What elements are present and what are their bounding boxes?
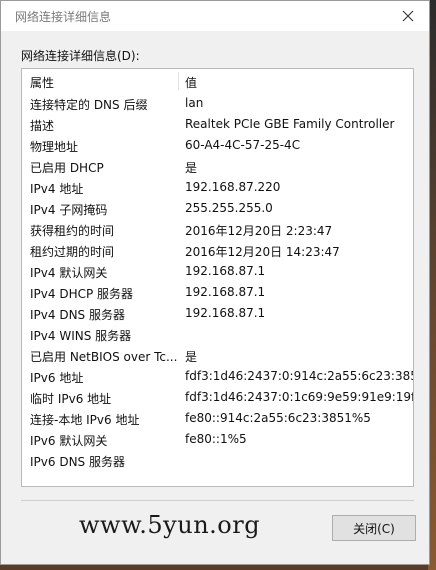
title-bar: 网络连接详细信息 — [1, 1, 429, 31]
list-item[interactable]: 连接-本地 IPv6 地址 fe80::914c:2a55:6c23:3851%5 — [22, 408, 413, 429]
property-name: 临时 IPv6 地址 — [30, 392, 112, 406]
list-item[interactable]: 连接特定的 DNS 后缀 lan — [22, 93, 413, 114]
property-value: 192.168.87.1 — [185, 285, 266, 299]
divider — [21, 500, 414, 501]
list-item[interactable]: IPv4 地址 192.168.87.220 — [22, 177, 413, 198]
property-value: 是 — [185, 350, 198, 364]
property-name: IPv6 DNS 服务器 — [30, 455, 125, 469]
property-name: 租约过期的时间 — [30, 245, 115, 259]
property-name: 已启用 NetBIOS over Tc... — [30, 350, 178, 364]
list-header: 属性 值 — [22, 69, 413, 93]
list-item[interactable]: IPv4 默认网关 192.168.87.1 — [22, 261, 413, 282]
watermark-text: www.5yun.org — [79, 511, 261, 539]
property-name: 已启用 DHCP — [30, 161, 104, 175]
property-value: 192.168.87.1 — [185, 306, 266, 320]
property-value: lan — [185, 96, 204, 110]
column-header-property[interactable]: 属性 — [30, 74, 54, 91]
list-item[interactable]: IPv4 DHCP 服务器 192.168.87.1 — [22, 282, 413, 303]
property-value: fe80::1%5 — [185, 432, 247, 446]
list-item[interactable]: IPv4 子网掩码 255.255.255.0 — [22, 198, 413, 219]
list-item[interactable]: 描述 Realtek PCIe GBE Family Controller — [22, 114, 413, 135]
close-button-label: 关闭(C) — [353, 521, 395, 536]
property-value: 2016年12月20日 2:23:47 — [185, 224, 333, 238]
property-name: 连接特定的 DNS 后缀 — [30, 98, 148, 112]
property-name: IPv4 子网掩码 — [30, 203, 108, 217]
property-name: IPv4 WINS 服务器 — [30, 329, 132, 343]
list-item[interactable]: 租约过期的时间 2016年12月20日 14:23:47 — [22, 240, 413, 261]
list-item[interactable]: 获得租约的时间 2016年12月20日 2:23:47 — [22, 219, 413, 240]
property-name: IPv4 DHCP 服务器 — [30, 287, 134, 301]
property-name: IPv6 默认网关 — [30, 434, 108, 448]
property-value: 192.168.87.220 — [185, 180, 281, 194]
window-title: 网络连接详细信息 — [15, 10, 112, 24]
property-name: IPv6 地址 — [30, 371, 84, 385]
list-item[interactable]: IPv6 默认网关 fe80::1%5 — [22, 429, 413, 450]
property-value: Realtek PCIe GBE Family Controller — [185, 117, 395, 131]
property-value: fe80::914c:2a55:6c23:3851%5 — [185, 411, 371, 425]
close-button[interactable]: 关闭(C) — [332, 515, 416, 541]
network-details-dialog: 网络连接详细信息 网络连接详细信息(D): 属性 值 连接特定的 DNS 后缀 l… — [0, 0, 430, 565]
property-name: 描述 — [30, 119, 55, 133]
list-item[interactable]: IPv4 WINS 服务器 — [22, 324, 413, 345]
property-value: 192.168.87.1 — [185, 264, 266, 278]
property-value: 是 — [185, 161, 198, 175]
details-list[interactable]: 属性 值 连接特定的 DNS 后缀 lan 描述 Realtek PCIe GBE F… — [21, 68, 414, 487]
property-name: IPv4 DNS 服务器 — [30, 308, 125, 322]
list-item[interactable]: 已启用 DHCP 是 — [22, 156, 413, 177]
property-name: 获得租约的时间 — [30, 224, 115, 238]
list-item[interactable]: 临时 IPv6 地址 fdf3:1d46:2437:0:1c69:9e59:91e… — [22, 387, 413, 408]
list-rows: 连接特定的 DNS 后缀 lan 描述 Realtek PCIe GBE Family… — [22, 93, 413, 471]
property-name: IPv4 地址 — [30, 182, 84, 196]
list-item[interactable]: 已启用 NetBIOS over Tc... 是 — [22, 345, 413, 366]
property-value: 60-A4-4C-57-25-4C — [185, 138, 301, 152]
column-header-value[interactable]: 值 — [185, 74, 197, 91]
property-value: fdf3:1d46:2437:0:914c:2a55:6c23:3851 — [185, 369, 414, 383]
list-item[interactable]: IPv6 DNS 服务器 — [22, 450, 413, 471]
list-item[interactable]: IPv6 地址 fdf3:1d46:2437:0:914c:2a55:6c23:3… — [22, 366, 413, 387]
property-name: 连接-本地 IPv6 地址 — [30, 413, 140, 427]
list-item[interactable]: 物理地址 60-A4-4C-57-25-4C — [22, 135, 413, 156]
property-name: 物理地址 — [30, 140, 79, 154]
property-name: IPv4 默认网关 — [30, 266, 108, 280]
property-value: fdf3:1d46:2437:0:1c69:9e59:91e9:19f7 — [185, 390, 414, 404]
close-icon[interactable] — [393, 3, 423, 29]
list-item[interactable]: IPv4 DNS 服务器 192.168.87.1 — [22, 303, 413, 324]
details-group-label: 网络连接详细信息(D): — [21, 49, 140, 63]
property-value: 255.255.255.0 — [185, 201, 273, 215]
property-value: 2016年12月20日 14:23:47 — [185, 245, 340, 259]
column-divider[interactable] — [178, 72, 179, 90]
